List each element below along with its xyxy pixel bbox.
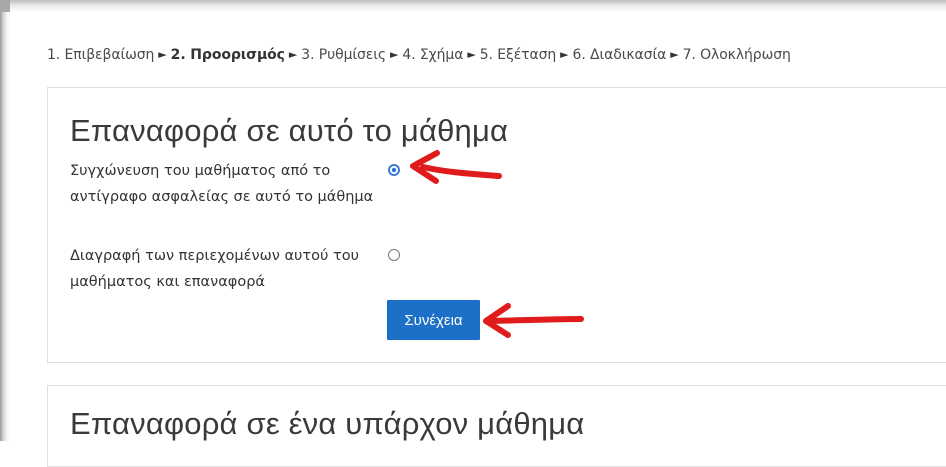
merge-option-label: Συγχώνευση του μαθήματος από το αντίγραφ… (70, 163, 374, 205)
delete-and-restore-option-label: Διαγραφή των περιεχομένων αυτού του μαθή… (70, 248, 359, 290)
step-destination: 2. Προορισμός (170, 47, 285, 63)
continue-button[interactable]: Συνέχεια (387, 300, 480, 340)
delete-and-restore-option-radio[interactable] (388, 249, 400, 261)
step-separator-icon: ► (288, 48, 298, 61)
step-schema: 4. Σχήμα (402, 47, 464, 63)
step-separator-icon: ► (670, 48, 679, 61)
restore-into-existing-course-card: Επαναφορά σε ένα υπάρχον μάθημα (47, 385, 946, 467)
step-separator-icon: ► (390, 48, 399, 61)
restore-wizard-steps: 1. Επιβεβαίωση ► 2. Προορισμός ► 3. Ρυθμίσει… (47, 47, 791, 63)
step-settings: 3. Ρυθμίσεις (301, 47, 387, 63)
screenshot-corner-shadow (0, 0, 10, 12)
card-title: Επαναφορά σε αυτό το μάθημα (70, 113, 509, 148)
step-process: 6. Διαδικασία (572, 47, 667, 63)
step-separator-icon: ► (467, 48, 476, 61)
screenshot-top-shadow (0, 0, 946, 12)
step-complete: 7. Ολοκλήρωση (682, 47, 791, 63)
merge-option-radio[interactable] (388, 164, 400, 176)
step-separator-icon: ► (158, 48, 167, 61)
step-confirm: 1. Επιβεβαίωση (47, 47, 155, 63)
step-separator-icon: ► (560, 48, 569, 61)
step-review: 5. Εξέταση (479, 47, 557, 63)
restore-into-this-course-card: Επαναφορά σε αυτό το μάθημα Συγχώνευση τ… (47, 87, 946, 363)
card-title: Επαναφορά σε ένα υπάρχον μάθημα (70, 406, 585, 441)
screenshot-left-shadow (0, 0, 10, 441)
